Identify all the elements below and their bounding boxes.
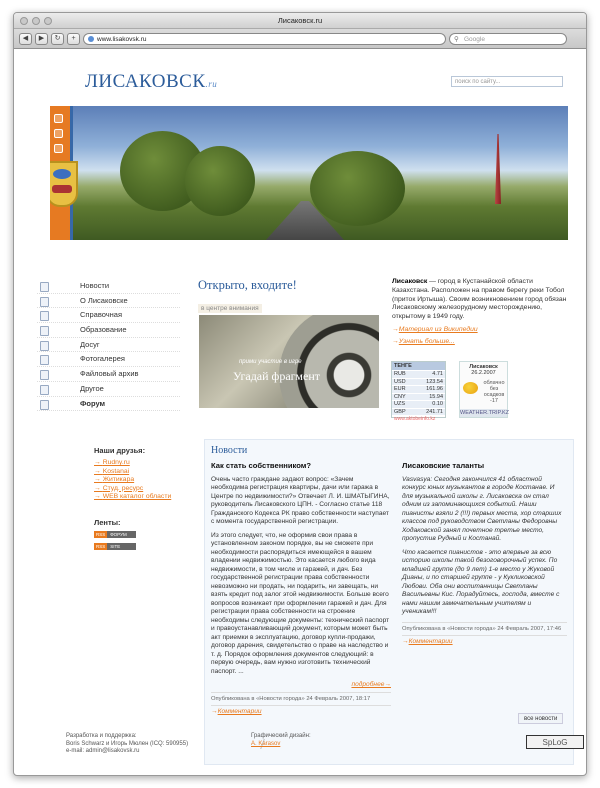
footer-line: Boris Schwarz и Игорь Мюлен (ICQ: 590955… bbox=[66, 740, 189, 747]
site-logo[interactable]: ЛИСАКОВСК.ru bbox=[85, 71, 217, 93]
weather-informer[interactable]: Лисаковск 26.2.2007 облачно без осадков … bbox=[459, 361, 509, 418]
friend-link[interactable]: Житикара bbox=[94, 476, 184, 485]
weather-footer: WEATHER.TRIP.KZ bbox=[460, 409, 509, 417]
main-navigation: Новости О Лисаковске Справочная Образова… bbox=[37, 279, 180, 412]
news-paragraph: Из этого следует, что, не оформив свои п… bbox=[211, 531, 390, 675]
promo-image[interactable]: прими участие в игре Угадай фрагмент bbox=[199, 315, 379, 408]
tree-image bbox=[185, 146, 255, 216]
read-more-link[interactable]: подробнее→ bbox=[351, 681, 391, 688]
news-item-right: Лисаковские таланты Vasvasya: Сегодня за… bbox=[402, 461, 567, 647]
weather-description: облачно без осадков -17 bbox=[483, 380, 505, 404]
tree-image bbox=[310, 151, 405, 226]
footer-line: Разработка и поддержка: bbox=[66, 733, 137, 739]
zoom-window-button[interactable] bbox=[44, 17, 52, 25]
close-window-button[interactable] bbox=[20, 17, 28, 25]
currency-informer[interactable]: ТЕНГЕ RUB 4.71 USD 123.54 EUR 161.96 CNY 15.… bbox=[391, 361, 446, 422]
friends-title: Наши друзья: bbox=[94, 446, 146, 455]
nav-item-education[interactable]: Образование bbox=[37, 323, 180, 338]
news-title: Новости bbox=[211, 445, 248, 456]
news-item-left: Как стать собственником? Очень часто гра… bbox=[211, 461, 391, 715]
nav-item-forum[interactable]: Форум bbox=[37, 397, 180, 412]
news-paragraph: Vasvasya: Сегодня закончился 41 областно… bbox=[402, 475, 562, 543]
page-content: ЛИСАКОВСК.ru поиск по сайту... Новости О… bbox=[14, 49, 586, 775]
informer-row: UZS 0.10 bbox=[392, 401, 445, 408]
comments-link[interactable]: Комментарии bbox=[218, 708, 262, 715]
informer-row: CNY 15.94 bbox=[392, 393, 445, 400]
mail-icon[interactable] bbox=[54, 129, 63, 138]
city-crest-icon bbox=[50, 161, 78, 207]
browser-window: Лисаковск.ru ◀ ▶ ↻ + www.lisakovsk.ru Go… bbox=[13, 12, 587, 776]
designer-link[interactable]: A. Karasov bbox=[251, 741, 311, 749]
title-bar: Лисаковск.ru bbox=[14, 13, 586, 29]
logo-text: ЛИСАКОВСК bbox=[85, 71, 206, 92]
city-name: Лисаковск bbox=[392, 278, 428, 285]
logo-suffix: .ru bbox=[205, 79, 218, 89]
cloudy-weather-icon bbox=[463, 382, 478, 394]
header-banner bbox=[50, 106, 568, 240]
friend-link[interactable]: WEB каталог области bbox=[94, 493, 184, 502]
footer-design: Графический дизайн: A. Karasov bbox=[251, 733, 311, 748]
address-bar[interactable]: www.lisakovsk.ru bbox=[83, 32, 446, 45]
informer-row: USD 123.54 bbox=[392, 378, 445, 385]
forward-icon[interactable]: ▶ bbox=[35, 32, 48, 45]
friend-link[interactable]: Rudny.ru bbox=[94, 459, 184, 468]
nav-item-about[interactable]: О Лисаковске bbox=[37, 294, 180, 309]
feeds-title: Ленты: bbox=[94, 518, 121, 527]
window-controls bbox=[20, 17, 52, 25]
banner-icons bbox=[54, 114, 63, 153]
news-meta: Опубликована в «Новости города» 24 Февра… bbox=[402, 625, 562, 632]
google-search-field[interactable]: Google bbox=[449, 32, 567, 45]
friends-block: Наши друзья: Rudny.ru Kostanai Житикара … bbox=[94, 446, 184, 502]
site-search-input[interactable]: поиск по сайту... bbox=[451, 76, 563, 87]
friend-link[interactable]: Студ. ресурс bbox=[94, 485, 184, 494]
footer-email[interactable]: e-mail: admin@lisakovsk.ru bbox=[66, 748, 188, 756]
informer-row: EUR 161.96 bbox=[392, 386, 445, 393]
news-paragraph: Что касается пианистов - это впервые за … bbox=[402, 548, 560, 616]
home-icon[interactable] bbox=[54, 114, 63, 123]
attention-label: в центре внимания bbox=[198, 304, 262, 313]
promo-small-text: прими участие в игре bbox=[239, 359, 302, 365]
hero-title: Открыто, входите! bbox=[198, 278, 297, 292]
informer-footer: www.aktobeinfo.kz bbox=[394, 416, 436, 422]
add-bookmark-icon[interactable]: + bbox=[67, 32, 80, 45]
rss-site-button[interactable]: RSS SITE bbox=[94, 543, 136, 550]
nav-item-reference[interactable]: Справочная bbox=[37, 308, 180, 324]
news-heading[interactable]: Лисаковские таланты bbox=[402, 461, 567, 471]
friend-link[interactable]: Kostanai bbox=[94, 468, 184, 477]
reload-icon[interactable]: ↻ bbox=[51, 32, 64, 45]
nav-item-other[interactable]: Другое bbox=[37, 382, 180, 397]
learn-more-link[interactable]: Узнать больше... bbox=[399, 338, 455, 345]
nav-item-leisure[interactable]: Досуг bbox=[37, 338, 180, 353]
all-news-button[interactable]: все новости bbox=[518, 713, 564, 724]
footer-credits: Разработка и поддержка: Boris Schwarz и … bbox=[66, 733, 188, 756]
informer-header: ТЕНГЕ bbox=[392, 362, 445, 370]
feeds-block: Ленты: RSS ФОРУМ RSS SITE bbox=[94, 518, 136, 555]
weather-date: 26.2.2007 bbox=[471, 370, 496, 376]
news-heading[interactable]: Как стать собственником? bbox=[211, 461, 391, 471]
city-description: Лисаковск — город в Кустанайской области… bbox=[392, 278, 567, 345]
window-title: Лисаковск.ru bbox=[277, 16, 323, 25]
site-footer: Разработка и поддержка: Boris Schwarz и … bbox=[14, 733, 586, 773]
tv-tower-image bbox=[495, 134, 501, 204]
nav-item-news[interactable]: Новости bbox=[37, 279, 180, 294]
news-paragraph: Очень часто граждане задают вопрос: «Зач… bbox=[211, 475, 390, 526]
back-icon[interactable]: ◀ bbox=[19, 32, 32, 45]
design-label: Графический дизайн: bbox=[251, 733, 311, 739]
nav-item-gallery[interactable]: Фотогалерея bbox=[37, 352, 180, 368]
nav-item-files[interactable]: Файловый архив bbox=[37, 367, 180, 382]
browser-toolbar: ◀ ▶ ↻ + www.lisakovsk.ru Google bbox=[14, 29, 586, 49]
comments-link[interactable]: Комментарии bbox=[409, 638, 453, 645]
informer-row: GBP 241.71 bbox=[392, 408, 445, 415]
splog-badge[interactable]: SpLoG bbox=[526, 735, 584, 749]
wiki-link[interactable]: Материал из Википедии bbox=[399, 326, 478, 333]
promo-big-text: Угадай фрагмент bbox=[233, 369, 320, 383]
news-meta: Опубликована в «Новости города» 24 Февра… bbox=[211, 695, 371, 702]
search-icon[interactable] bbox=[54, 144, 63, 153]
hero-block: Открыто, входите! bbox=[198, 278, 378, 293]
informer-row: RUB 4.71 bbox=[392, 371, 445, 378]
rss-forum-button[interactable]: RSS ФОРУМ bbox=[94, 531, 136, 538]
minimize-window-button[interactable] bbox=[32, 17, 40, 25]
